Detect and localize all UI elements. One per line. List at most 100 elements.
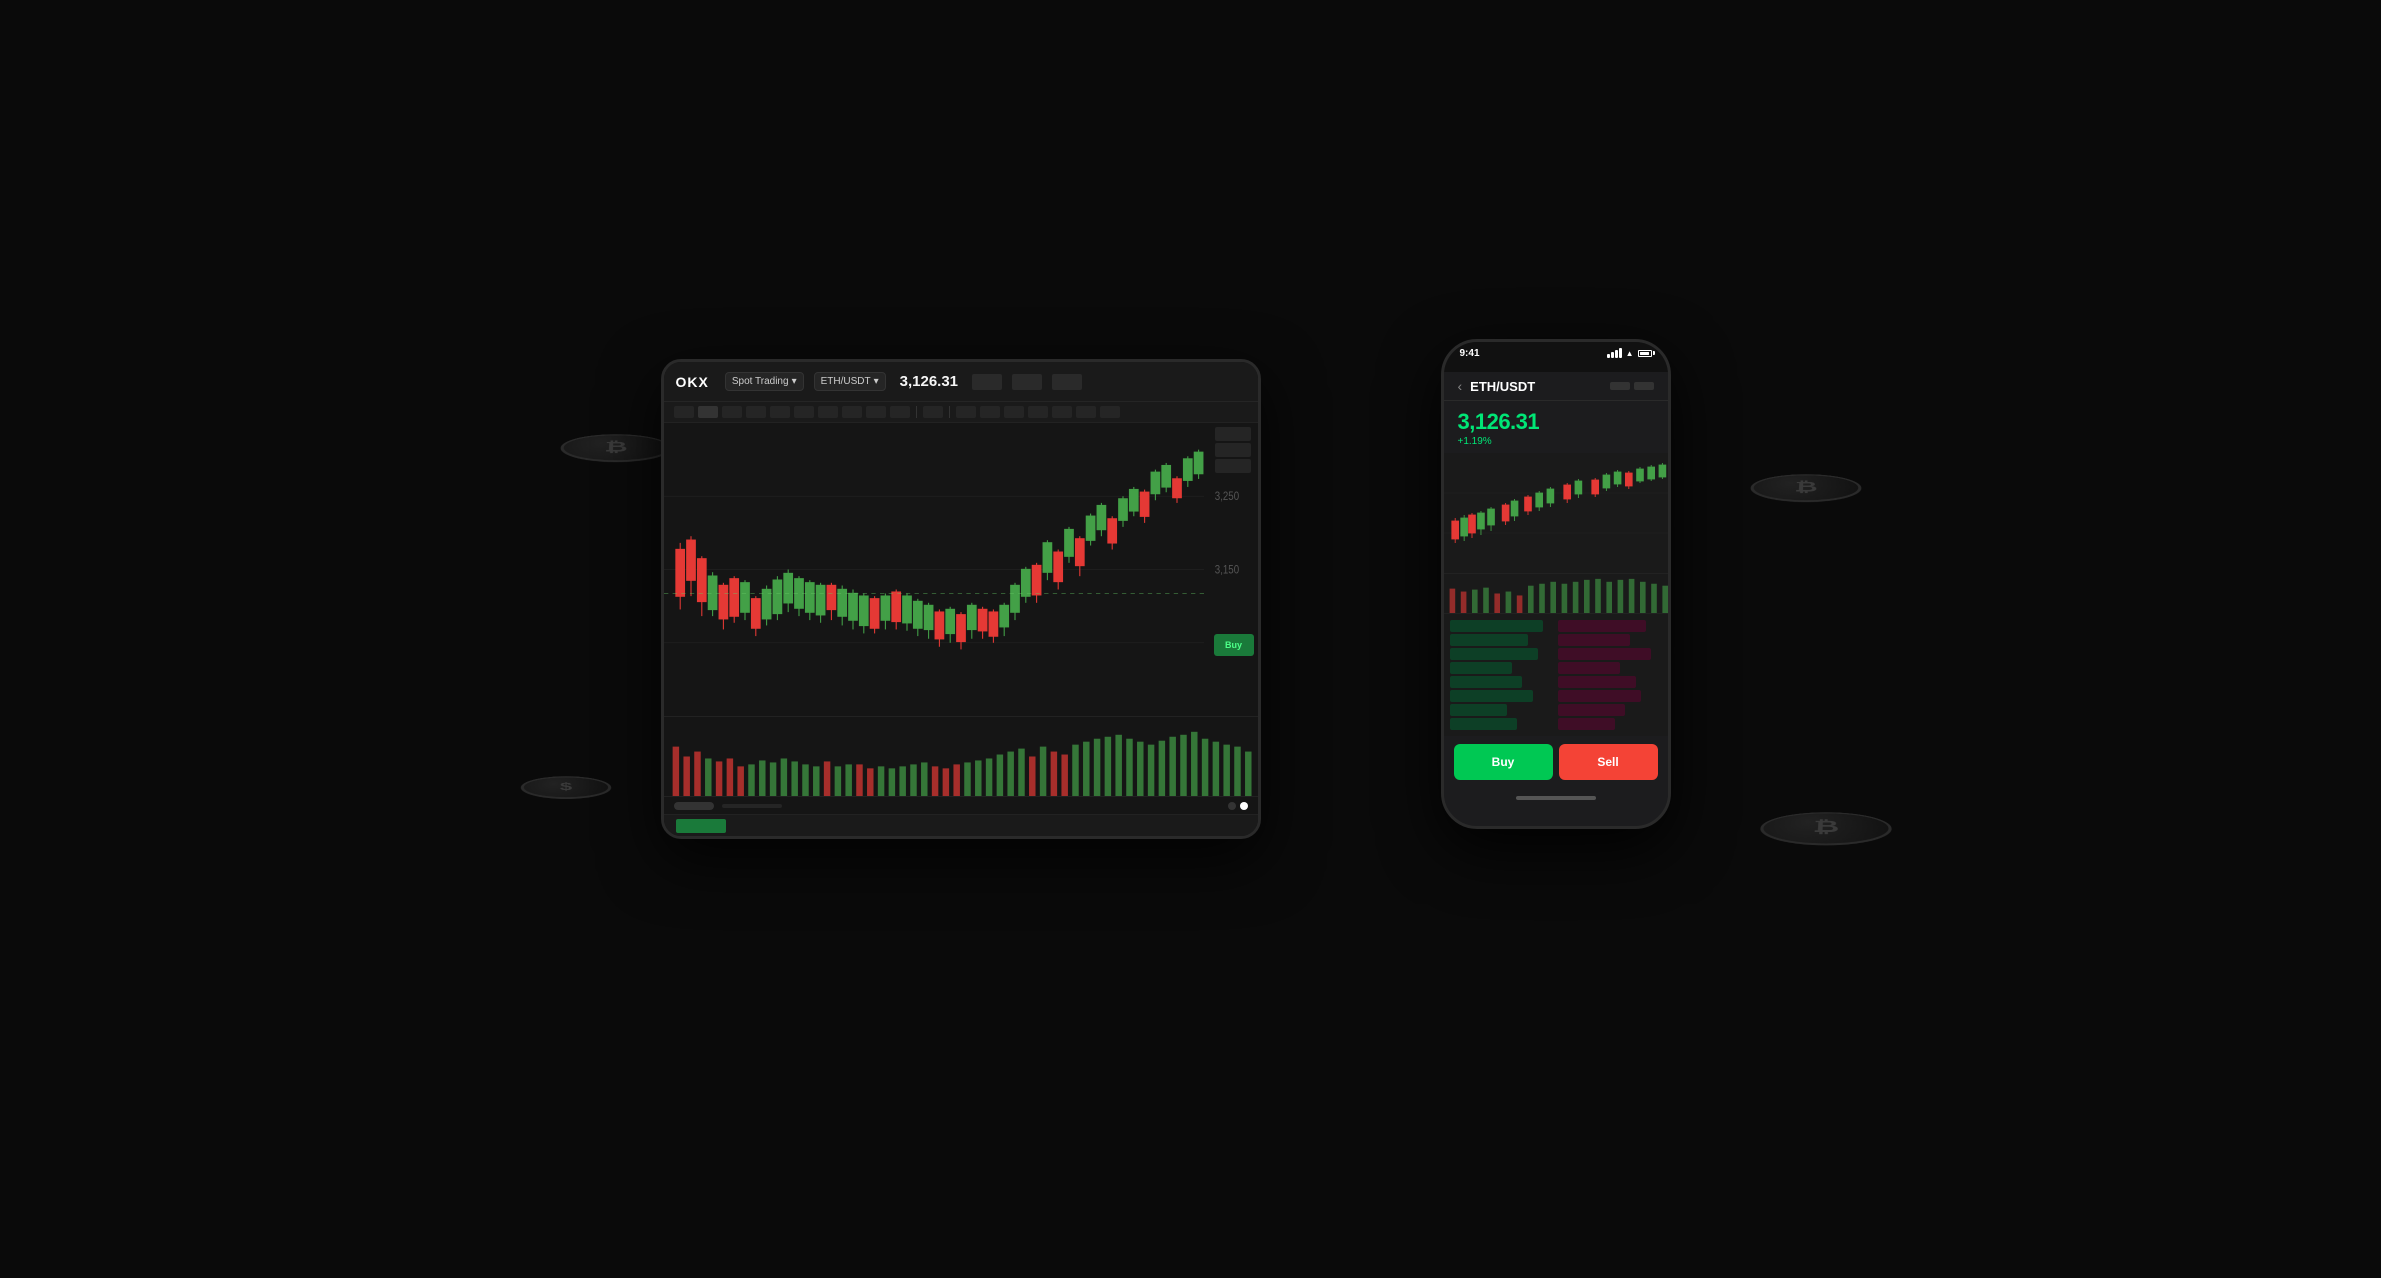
current-price: 3,126.31: [900, 373, 958, 390]
timeframe-1m[interactable]: [923, 406, 943, 418]
phone-current-price: 3,126.31: [1458, 409, 1654, 435]
main-scene: ₿ ₿ $ ₿ OKX Spot Trading ▾ ETH/USDT ▾: [741, 339, 1641, 939]
spot-trading-dropdown[interactable]: Spot Trading ▾: [725, 372, 804, 391]
side-btn-2[interactable]: [1215, 443, 1251, 457]
footer-buy-button[interactable]: [676, 819, 726, 833]
signal-bar-2: [1611, 352, 1614, 358]
coin-dollar-bottom-left: $: [516, 776, 616, 799]
phone-chart-area: [1444, 453, 1668, 573]
chart-toolbar: [664, 402, 1258, 423]
orderbook-sell-side: [1558, 620, 1662, 730]
phone-home-indicator: [1444, 788, 1668, 808]
header-action-1[interactable]: [1610, 382, 1630, 390]
tablet-device: OKX Spot Trading ▾ ETH/USDT ▾ 3,126.31: [661, 359, 1261, 839]
ob-sell-row-5: [1558, 676, 1636, 688]
toolbar-btn-3[interactable]: [722, 406, 742, 418]
toolbar-btn-8[interactable]: [842, 406, 862, 418]
phone-candlestick-chart: [1444, 453, 1668, 573]
stat-block-1: [972, 374, 1002, 390]
ob-buy-row-4: [1450, 662, 1512, 674]
ob-buy-row-7: [1450, 704, 1507, 716]
back-arrow-icon[interactable]: ‹: [1458, 378, 1463, 394]
indicator-btn[interactable]: [956, 406, 976, 418]
ob-sell-row-6: [1558, 690, 1641, 702]
fullscreen-btn[interactable]: [1004, 406, 1024, 418]
ob-sell-row-4: [1558, 662, 1620, 674]
orderbook-buy-side: [1450, 620, 1554, 730]
toolbar-btn-2[interactable]: [698, 406, 718, 418]
signal-bars-icon: [1607, 348, 1622, 358]
header-action-2[interactable]: [1634, 382, 1654, 390]
more-btn[interactable]: [1028, 406, 1048, 418]
toolbar-separator: [916, 406, 917, 418]
dot-1[interactable]: [1228, 802, 1236, 810]
ob-buy-row-6: [1450, 690, 1533, 702]
settings-btn[interactable]: [980, 406, 1000, 418]
battery-icon: [1638, 350, 1652, 357]
volume-chart: [664, 717, 1258, 796]
phone-volume-area: [1444, 573, 1668, 613]
phone-action-buttons: Buy Sell: [1444, 736, 1668, 788]
ob-buy-row-5: [1450, 676, 1523, 688]
signal-bar-3: [1615, 350, 1618, 358]
spot-trading-label: Spot Trading: [732, 376, 789, 387]
pair-dropdown[interactable]: ETH/USDT ▾: [814, 372, 886, 391]
sell-button[interactable]: Sell: [1559, 744, 1658, 780]
tablet-footer: [664, 814, 1258, 836]
okx-logo: OKX: [676, 374, 709, 390]
side-btn-3[interactable]: [1215, 459, 1251, 473]
toolbar-btn-6[interactable]: [794, 406, 814, 418]
phone-price-section: 3,126.31 +1.19%: [1444, 401, 1668, 453]
phone-header-actions: [1610, 382, 1654, 390]
phone-volume-chart: [1444, 574, 1668, 613]
phone-time: 9:41: [1460, 348, 1480, 359]
buy-price-label: Buy: [1214, 634, 1254, 656]
dropdown-arrow-icon: ▾: [792, 376, 797, 387]
phone-header: ‹ ETH/USDT: [1444, 372, 1668, 401]
stat-block-3: [1052, 374, 1082, 390]
volume-area: [664, 716, 1258, 796]
scroll-track: [722, 804, 782, 808]
ob-buy-row-1: [1450, 620, 1544, 632]
toolbar-btn-10[interactable]: [890, 406, 910, 418]
price-stats: [972, 374, 1082, 390]
scroll-area: [664, 796, 1258, 814]
phone-pair-label: ETH/USDT: [1470, 379, 1535, 394]
ob-sell-row-7: [1558, 704, 1626, 716]
signal-bar-4: [1619, 348, 1622, 358]
ob-sell-row-8: [1558, 718, 1615, 730]
chart-area: 3,250 3,150 3,050 Buy: [664, 423, 1258, 716]
toolbar-btn-9[interactable]: [866, 406, 886, 418]
toolbar-btn-5[interactable]: [770, 406, 790, 418]
buy-button[interactable]: Buy: [1454, 744, 1553, 780]
coin-btc-top-right: ₿: [1743, 474, 1868, 502]
toolbar-separator-2: [949, 406, 950, 418]
phone-status-bar: 9:41 ▲: [1444, 342, 1668, 372]
stat-block-2: [1012, 374, 1042, 390]
chart-side-buttons: [1208, 423, 1258, 716]
ob-buy-row-3: [1450, 648, 1538, 660]
ob-sell-row-2: [1558, 634, 1631, 646]
chart-type-btn[interactable]: [1052, 406, 1072, 418]
dot-2[interactable]: [1240, 802, 1248, 810]
phone-device: 9:41 ▲ ‹ ETH/USDT: [1441, 339, 1671, 829]
toolbar-btn-1[interactable]: [674, 406, 694, 418]
okx-logo-text: OKX: [676, 374, 709, 390]
phone-orderbook: [1444, 613, 1668, 736]
battery-fill: [1640, 352, 1649, 355]
toolbar-btn-4[interactable]: [746, 406, 766, 418]
tablet-header: OKX Spot Trading ▾ ETH/USDT ▾ 3,126.31: [664, 362, 1258, 402]
chart-type-btn-2[interactable]: [1076, 406, 1096, 418]
scroll-thumb[interactable]: [674, 802, 714, 810]
phone-status-icons: ▲: [1607, 348, 1652, 358]
coin-btc-top-left: ₿: [553, 434, 678, 462]
side-btn-1[interactable]: [1215, 427, 1251, 441]
ob-buy-row-8: [1450, 718, 1518, 730]
signal-bar-1: [1607, 354, 1610, 358]
ob-sell-row-1: [1558, 620, 1646, 632]
home-bar: [1516, 796, 1596, 800]
pair-label: ETH/USDT: [821, 376, 871, 387]
chart-type-btn-3[interactable]: [1100, 406, 1120, 418]
toolbar-btn-7[interactable]: [818, 406, 838, 418]
phone-price-change: +1.19%: [1458, 436, 1654, 447]
